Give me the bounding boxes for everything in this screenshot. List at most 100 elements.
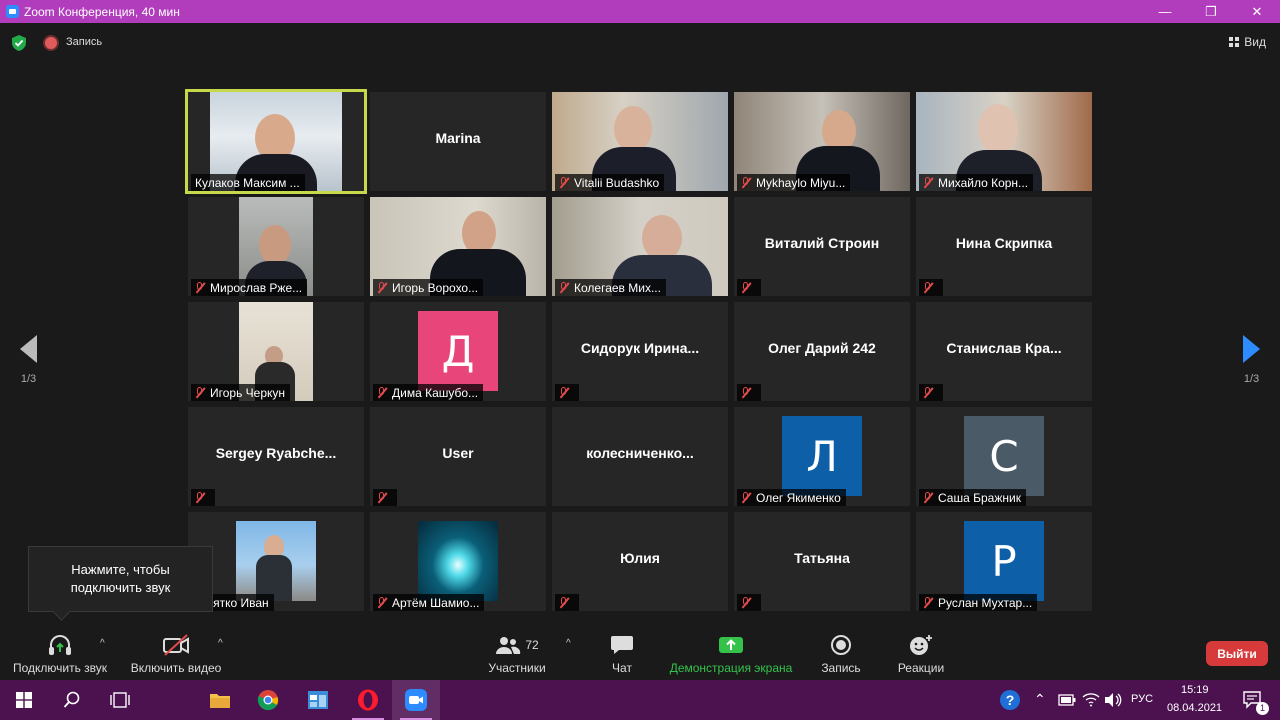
clock-date[interactable]: 08.04.2021 — [1167, 702, 1222, 714]
participant-name: Сидорук Ирина... — [580, 340, 700, 356]
start-button[interactable] — [0, 680, 48, 720]
participant-tile[interactable]: С Саша Бражник — [916, 407, 1092, 506]
clock-time[interactable]: 15:19 — [1181, 684, 1209, 696]
participant-tile[interactable]: Sergey Ryabche... — [188, 407, 364, 506]
participant-name: Станислав Кра... — [946, 340, 1062, 356]
opera-icon — [358, 689, 378, 711]
tray-expand-icon[interactable]: ⌃ — [1034, 691, 1046, 708]
reactions-button[interactable]: Реакции — [894, 633, 948, 675]
participant-name: колесниченко... — [586, 445, 694, 461]
participant-name-label: Mykhaylo Miyu... — [737, 174, 851, 191]
participant-name-label: Руслан Мухтар... — [919, 594, 1038, 611]
participant-name: Нина Скрипка — [955, 235, 1053, 251]
participant-name-label: Игорь Черкун — [191, 384, 291, 401]
close-button[interactable]: ✕ — [1234, 0, 1280, 23]
participant-tile[interactable]: Marina — [370, 92, 546, 191]
start-video-button[interactable]: Включить видео — [128, 633, 224, 675]
battery-icon[interactable] — [1058, 694, 1076, 706]
participant-tile[interactable]: Олег Дарий 242 — [734, 302, 910, 401]
notification-count-badge: 1 — [1256, 702, 1269, 715]
taskbar-file-explorer[interactable] — [196, 680, 244, 720]
audio-options-caret-icon[interactable]: ^ — [100, 638, 105, 649]
volume-icon[interactable] — [1104, 692, 1122, 708]
view-label: Вид — [1244, 35, 1266, 49]
folder-icon — [210, 694, 230, 708]
view-button[interactable]: Вид — [1229, 35, 1266, 49]
participant-tile[interactable]: Мирослав Рже... — [188, 197, 364, 296]
participant-tile[interactable]: Сидорук Ирина... — [552, 302, 728, 401]
chat-button[interactable]: Чат — [602, 633, 642, 675]
task-view-button[interactable] — [96, 680, 144, 720]
participant-name-label: Кулаков Максим ... — [191, 174, 305, 191]
minimize-button[interactable]: — — [1142, 0, 1188, 23]
notifications-button[interactable]: 1 — [1230, 680, 1276, 720]
join-audio-tooltip: Нажмите, чтобы подключить звук — [28, 546, 213, 612]
participant-tile[interactable]: Колегаев Мих... — [552, 197, 728, 296]
headphones-icon — [49, 635, 71, 655]
participant-tile[interactable]: Артём Шамио... — [370, 512, 546, 611]
participant-tile[interactable]: User — [370, 407, 546, 506]
mic-muted-icon — [193, 491, 207, 505]
prev-page-button[interactable]: 1/3 — [20, 335, 37, 385]
window-title: Zoom Конференция, 40 мин — [24, 4, 180, 19]
participant-tile[interactable]: Виталий Строин — [734, 197, 910, 296]
participants-button[interactable]: 72 Участники — [484, 633, 550, 675]
help-button[interactable]: ? — [990, 680, 1030, 720]
participant-tile[interactable]: Vitalii Budashko — [552, 92, 728, 191]
search-icon — [63, 691, 80, 708]
participant-tile[interactable]: Д Дима Кашубо... — [370, 302, 546, 401]
participant-name-label — [737, 279, 761, 296]
maximize-button[interactable]: ❐ — [1188, 0, 1234, 23]
join-audio-button[interactable]: Подключить звук — [10, 633, 110, 675]
participant-tile[interactable]: Михайло Корн... — [916, 92, 1092, 191]
next-page-button[interactable]: 1/3 — [1243, 335, 1260, 385]
participant-name: Олег Дарий 242 — [768, 340, 876, 356]
participants-icon — [496, 637, 521, 654]
tooltip-line-2: подключить звук — [70, 580, 171, 595]
share-screen-button[interactable]: Демонстрация экрана — [668, 633, 794, 675]
avatar: Д — [418, 311, 498, 391]
record-icon — [831, 635, 851, 655]
windows-taskbar: ? ⌃ РУС 15:19 08.04.2021 1 — [0, 680, 1280, 720]
participant-tile[interactable]: Гурятко Иван — [188, 512, 364, 611]
recording-label: Запись — [66, 36, 103, 48]
participant-name-label — [191, 489, 215, 506]
leave-meeting-button[interactable]: Выйти — [1206, 641, 1268, 666]
mic-muted-icon — [921, 386, 935, 400]
record-button[interactable]: Запись — [818, 633, 864, 675]
taskbar-opera[interactable] — [344, 680, 392, 720]
participant-tile[interactable]: Станислав Кра... — [916, 302, 1092, 401]
language-indicator[interactable]: РУС — [1131, 693, 1153, 705]
title-bar: Zoom Конференция, 40 мин — ❐ ✕ — [0, 0, 1280, 23]
mic-muted-icon — [739, 176, 753, 190]
participant-name-label: Колегаев Мих... — [555, 279, 666, 296]
mic-muted-icon — [557, 281, 571, 295]
window-app-icon — [308, 691, 328, 709]
video-options-caret-icon[interactable]: ^ — [218, 638, 223, 649]
participant-tile[interactable]: Кулаков Максим ... — [185, 89, 367, 194]
participant-tile[interactable]: Р Руслан Мухтар... — [916, 512, 1092, 611]
participants-label: Участники — [488, 661, 546, 675]
share-screen-label: Демонстрация экрана — [669, 661, 793, 675]
grid-view-icon — [1229, 37, 1240, 47]
taskbar-search-button[interactable] — [48, 680, 96, 720]
mic-muted-icon — [557, 386, 571, 400]
participant-tile[interactable]: Игорь Черкун — [188, 302, 364, 401]
help-icon: ? — [1000, 690, 1020, 710]
mic-muted-icon — [375, 596, 389, 610]
participants-options-caret-icon[interactable]: ^ — [566, 638, 571, 649]
wifi-icon[interactable] — [1082, 691, 1100, 707]
shield-icon[interactable] — [12, 35, 26, 51]
participant-name-label — [919, 384, 943, 401]
participant-tile[interactable]: Mykhaylo Miyu... — [734, 92, 910, 191]
participant-tile[interactable]: колесниченко... — [552, 407, 728, 506]
taskbar-app-window[interactable] — [294, 680, 342, 720]
taskbar-chrome[interactable] — [244, 680, 292, 720]
participant-tile[interactable]: Юлия — [552, 512, 728, 611]
mic-muted-icon — [921, 596, 935, 610]
participant-tile[interactable]: Татьяна — [734, 512, 910, 611]
taskbar-zoom[interactable] — [392, 680, 440, 720]
participant-tile[interactable]: Нина Скрипка — [916, 197, 1092, 296]
participant-tile[interactable]: Л Олег Якименко — [734, 407, 910, 506]
participant-tile[interactable]: Игорь Ворохо... — [370, 197, 546, 296]
